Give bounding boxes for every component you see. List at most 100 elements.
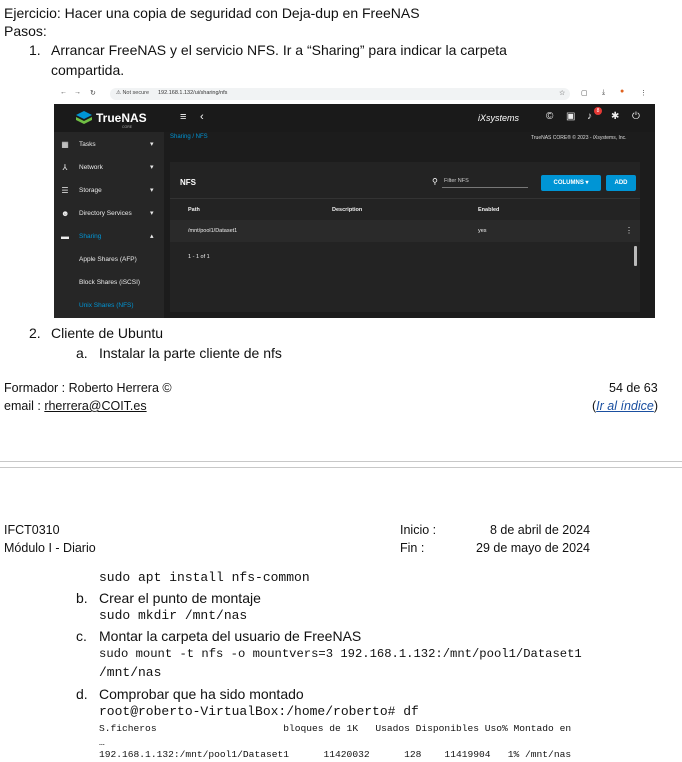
add-button[interactable]: ADD xyxy=(606,175,636,191)
step1-text-cont: compartida. xyxy=(51,62,125,78)
sidebar-item-storage[interactable]: ☰ Storage ▾ xyxy=(54,180,164,202)
back-icon[interactable]: ← xyxy=(60,89,67,96)
main-content: Sharing / NFS TrueNAS CORE® © 2023 - iXs… xyxy=(164,132,655,318)
network-icon: ⅄ xyxy=(62,163,68,172)
hamburger-icon[interactable]: ≡ xyxy=(180,111,186,123)
pager: 1 - 1 of 1 xyxy=(188,254,210,260)
sidebar-item-directory-services[interactable]: ☻ Directory Services ▾ xyxy=(54,203,164,225)
sidebar-item-tasks[interactable]: ▦ Tasks ▾ xyxy=(54,134,164,156)
panel-title: NFS xyxy=(180,178,196,187)
truecommand-icon[interactable]: © xyxy=(546,111,553,122)
df-ellipsis: … xyxy=(99,737,105,748)
cmd-df: root@roberto-VirtualBox:/home/roberto# d… xyxy=(99,704,419,719)
fin-label: Fin : xyxy=(400,541,425,555)
submenu-label: Unix Shares (NFS) xyxy=(79,302,134,309)
index-link-wrap: (Ir al índice) xyxy=(592,398,658,414)
filter-input[interactable]: Filter NFS xyxy=(442,176,528,188)
paren-close: ) xyxy=(653,399,659,413)
sidebar: ▦ Tasks ▾ ⅄ Network ▾ ☰ Storage ▾ ☻ Dire… xyxy=(54,132,164,318)
sidebar-item-sharing[interactable]: ▬ Sharing ▴ xyxy=(54,226,164,248)
submenu-label: Apple Shares (AFP) xyxy=(79,256,137,263)
reload-icon[interactable]: ↻ xyxy=(90,89,96,97)
storage-icon: ☰ xyxy=(61,186,69,195)
step1-text: Arrancar FreeNAS y el servicio NFS. Ir a… xyxy=(51,42,507,58)
brand-sub: CORE xyxy=(122,125,133,129)
step2a-letter: a. xyxy=(76,345,88,361)
steps-label: Pasos: xyxy=(4,23,47,39)
chevron-down-icon: ▾ xyxy=(150,164,154,171)
chevron-down-icon: ▾ xyxy=(150,187,154,194)
bell-icon[interactable]: ♪ xyxy=(587,111,592,122)
truenas-header: TrueNAS CORE ≡ ‹ iXsystems © ▣ ♪ 8 ✱ ⏻ xyxy=(54,104,655,132)
add-label: ADD xyxy=(614,180,628,186)
download-icon[interactable]: ⤓ xyxy=(602,89,605,97)
columns-label: COLUMNS xyxy=(553,180,584,186)
stepb-letter: b. xyxy=(76,590,88,606)
index-link[interactable]: Ir al índice xyxy=(596,399,654,413)
inicio-label: Inicio : xyxy=(400,523,437,537)
cmd-mount-cont: /mnt/nas xyxy=(99,665,162,680)
cmd-install: sudo apt install nfs-common xyxy=(99,570,310,585)
truenas-logo-icon xyxy=(76,111,92,124)
search-icon: ⚲ xyxy=(432,177,438,186)
settings-gear-icon[interactable]: ✱ xyxy=(611,111,619,122)
copyright-text: TrueNAS CORE® © 2023 - iXsystems, Inc. xyxy=(531,135,627,141)
sidebar-item-label: Storage xyxy=(79,187,102,194)
module-name: Módulo I - Diario xyxy=(4,541,96,555)
nfs-panel: NFS ⚲ Filter NFS COLUMNS ▾ ADD Path Desc… xyxy=(170,162,640,312)
stepd-text: Comprobar que ha sido montado xyxy=(99,686,304,702)
row-path: /mnt/pool1/Dataset1 xyxy=(188,228,238,234)
submenu-nfs[interactable]: Unix Shares (NFS) xyxy=(54,295,164,317)
clipboard-icon[interactable]: ▣ xyxy=(566,111,575,122)
row-actions-icon[interactable]: ⋮ xyxy=(625,226,633,235)
sidebar-item-label: Network xyxy=(79,164,103,171)
exercise-title: Ejercicio: Hacer una copia de seguridad … xyxy=(4,5,420,21)
url-text: 192.168.1.132/ui/sharing/nfs xyxy=(158,90,228,96)
chevron-up-icon: ▴ xyxy=(150,233,154,240)
profile-icon[interactable]: ● xyxy=(620,88,624,95)
page-number: 54 de 63 xyxy=(609,381,658,395)
directory-icon: ☻ xyxy=(61,209,70,218)
collapse-icon[interactable]: ‹ xyxy=(200,111,204,123)
col-enabled[interactable]: Enabled xyxy=(478,207,499,213)
extension-icon[interactable]: ▢ xyxy=(581,89,588,97)
footer-formador: Formador : Roberto Herrera © xyxy=(4,381,172,395)
submenu-afp[interactable]: Apple Shares (AFP) xyxy=(54,249,164,271)
menu-dots-icon[interactable]: ⋮ xyxy=(640,89,647,97)
breadcrumb[interactable]: Sharing / NFS xyxy=(170,134,208,140)
submenu-label: Block Shares (iSCSI) xyxy=(79,279,141,286)
scrollbar[interactable] xyxy=(634,246,637,266)
chevron-down-icon: ▾ xyxy=(150,141,154,148)
sidebar-item-label: Tasks xyxy=(79,141,96,148)
truenas-screenshot: ← → ↻ ⚠ Not secure 192.168.1.132/ui/shar… xyxy=(54,84,655,318)
power-icon[interactable]: ⏻ xyxy=(632,111,640,122)
course-code: IFCT0310 xyxy=(4,523,60,537)
cmd-mkdir: sudo mkdir /mnt/nas xyxy=(99,608,248,623)
stepc-letter: c. xyxy=(76,628,87,644)
step2a-text: Instalar la parte cliente de nfs xyxy=(99,345,282,361)
df-row: 192.168.1.132:/mnt/pool1/Dataset1 114200… xyxy=(99,749,572,760)
star-icon[interactable]: ☆ xyxy=(559,89,565,97)
inicio-value: 8 de abril de 2024 xyxy=(490,523,591,537)
forward-icon[interactable]: → xyxy=(74,89,81,96)
sidebar-item-label: Directory Services xyxy=(79,210,132,217)
browser-bar: ← → ↻ ⚠ Not secure 192.168.1.132/ui/shar… xyxy=(54,84,655,105)
columns-button[interactable]: COLUMNS ▾ xyxy=(541,175,601,191)
stepb-text: Crear el punto de montaje xyxy=(99,590,261,606)
fin-value: 29 de mayo de 2024 xyxy=(476,541,590,555)
col-path[interactable]: Path xyxy=(188,207,200,213)
email-label: email : xyxy=(4,399,41,413)
sidebar-item-network[interactable]: ⅄ Network ▾ xyxy=(54,157,164,179)
stepd-letter: d. xyxy=(76,686,88,702)
email-link[interactable]: rherrera@COIT.es xyxy=(44,399,146,413)
brand-name: TrueNAS xyxy=(96,111,147,125)
folder-icon: ▬ xyxy=(61,232,69,241)
table-row[interactable]: /mnt/pool1/Dataset1 yes ⋮ xyxy=(170,220,640,242)
submenu-iscsi[interactable]: Block Shares (iSCSI) xyxy=(54,272,164,294)
step2-text: Cliente de Ubuntu xyxy=(51,325,164,341)
footer-email: email : rherrera@COIT.es xyxy=(4,398,147,414)
chevron-down-icon: ▾ xyxy=(150,210,154,217)
cmd-mount: sudo mount -t nfs -o mountvers=3 192.168… xyxy=(99,647,582,661)
col-description[interactable]: Description xyxy=(332,207,362,213)
step2-number: 2. xyxy=(29,325,41,341)
